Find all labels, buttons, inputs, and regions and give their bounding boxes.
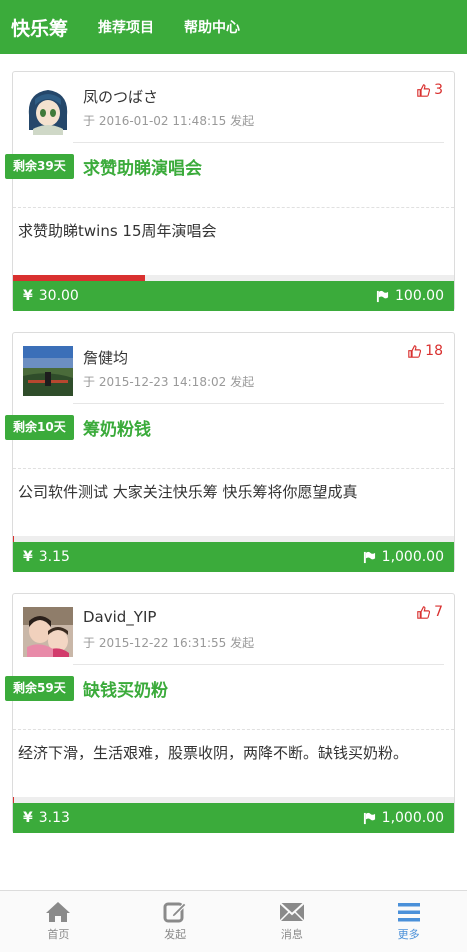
- user-name[interactable]: David_YIP: [83, 608, 156, 626]
- funding-goal: 1,000.00: [381, 549, 444, 565]
- bottom-tab-bar: 首页 发起 消息 更多: [0, 890, 467, 952]
- like-button[interactable]: 18: [408, 343, 443, 359]
- flag-icon: [363, 551, 375, 563]
- tab-label: 消息: [280, 928, 303, 941]
- funding-goal: 100.00: [395, 288, 444, 304]
- edit-icon: [163, 902, 187, 923]
- nav-recommended[interactable]: 推荐项目: [98, 17, 154, 37]
- brand-logo[interactable]: 快乐筹: [11, 14, 68, 41]
- project-title[interactable]: 求赞助睇演唱会: [83, 154, 202, 179]
- like-button[interactable]: 7: [417, 604, 443, 620]
- start-date: 于 2015-12-22 16:31:55 发起: [83, 636, 255, 650]
- card-footer: ¥3.13 1,000.00: [13, 803, 454, 833]
- like-count: 3: [434, 82, 443, 98]
- tab-label: 发起: [164, 928, 187, 941]
- like-count: 7: [434, 604, 443, 620]
- thumbs-up-icon: [417, 83, 431, 97]
- divider: [73, 403, 444, 404]
- nav-help[interactable]: 帮助中心: [184, 17, 240, 37]
- project-description: 经济下滑，生活艰难，股票收阴，两降不断。缺钱买奶粉。: [18, 744, 409, 762]
- project-card[interactable]: David_YIP 于 2015-12-22 16:31:55 发起 7 剩余5…: [5, 593, 455, 833]
- mail-icon: [279, 902, 305, 922]
- days-left-badge: 剩余59天: [5, 676, 74, 701]
- tab-more[interactable]: 更多: [350, 891, 467, 952]
- like-count: 18: [425, 343, 443, 359]
- divider: [13, 729, 454, 730]
- menu-icon: [397, 903, 420, 922]
- project-description: 公司软件测试 大家关注快乐筹 快乐筹将你愿望成真: [18, 483, 358, 501]
- project-title[interactable]: 筹奶粉钱: [83, 415, 151, 440]
- tab-label: 首页: [47, 928, 70, 941]
- yen-icon: ¥: [23, 549, 33, 565]
- flag-icon: [376, 290, 389, 302]
- divider: [73, 142, 444, 143]
- amount-raised: 3.13: [38, 810, 70, 826]
- user-name[interactable]: 凤のつばさ: [83, 86, 158, 107]
- amount-raised: 3.15: [38, 549, 70, 565]
- tab-create[interactable]: 发起: [117, 891, 234, 952]
- avatar[interactable]: [23, 607, 73, 657]
- avatar[interactable]: [23, 346, 73, 396]
- days-left-badge: 剩余10天: [5, 415, 74, 440]
- card-footer: ¥30.00 100.00: [13, 281, 454, 311]
- divider: [13, 468, 454, 469]
- user-name[interactable]: 詹健均: [83, 347, 128, 368]
- start-date: 于 2016-01-02 11:48:15 发起: [83, 114, 255, 128]
- tab-messages[interactable]: 消息: [234, 891, 351, 952]
- start-date: 于 2015-12-23 14:18:02 发起: [83, 375, 255, 389]
- project-title[interactable]: 缺钱买奶粉: [83, 676, 168, 701]
- tab-label: 更多: [397, 928, 420, 941]
- project-card[interactable]: 凤のつばさ 于 2016-01-02 11:48:15 发起 3 剩余39天 求…: [5, 71, 455, 311]
- card-footer: ¥3.15 1,000.00: [13, 542, 454, 572]
- yen-icon: ¥: [23, 288, 33, 304]
- divider: [73, 664, 444, 665]
- amount-raised: 30.00: [38, 288, 79, 304]
- project-description: 求赞助睇twins 15周年演唱会: [18, 222, 217, 240]
- top-navbar: 快乐筹 推荐项目 帮助中心: [0, 0, 467, 54]
- flag-icon: [363, 812, 375, 824]
- like-button[interactable]: 3: [417, 82, 443, 98]
- divider: [13, 207, 454, 208]
- project-card[interactable]: 詹健均 于 2015-12-23 14:18:02 发起 18 剩余10天 筹奶…: [5, 332, 455, 572]
- yen-icon: ¥: [23, 810, 33, 826]
- avatar[interactable]: [23, 85, 73, 135]
- funding-goal: 1,000.00: [381, 810, 444, 826]
- tab-home[interactable]: 首页: [0, 891, 117, 952]
- thumbs-up-icon: [408, 344, 422, 358]
- home-icon: [46, 902, 71, 922]
- days-left-badge: 剩余39天: [5, 154, 74, 179]
- thumbs-up-icon: [417, 605, 431, 619]
